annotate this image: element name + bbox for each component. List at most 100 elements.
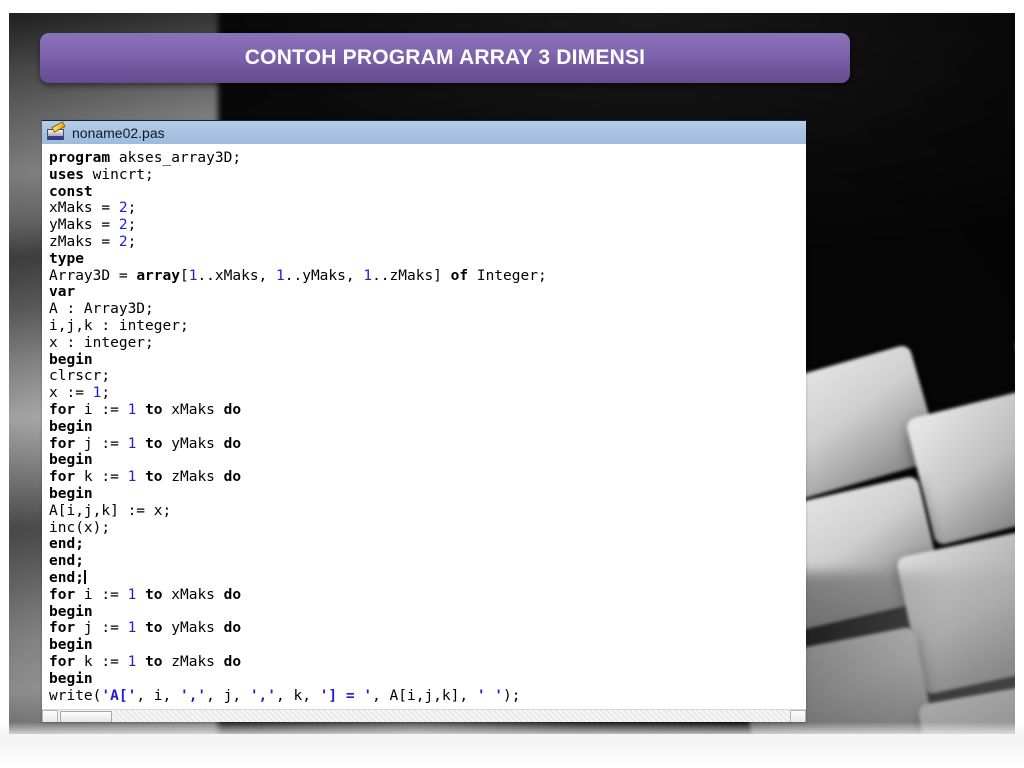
slide-canvas: CONTOH PROGRAM ARRAY 3 DIMENSI noname02.… <box>0 0 1024 768</box>
code-text: ); <box>503 687 521 704</box>
code-keyword: type <box>49 250 84 267</box>
code-line: write('A[', i, ',', j, ',', k, '] = ', A… <box>49 688 806 705</box>
code-line: begin <box>49 452 806 469</box>
code-text: zMaks <box>162 469 224 486</box>
code-keyword: to <box>145 469 163 486</box>
code-keyword: do <box>223 401 242 418</box>
code-string: 'A[' <box>101 687 137 704</box>
code-text: j := <box>75 620 128 637</box>
code-text: write( <box>49 687 102 704</box>
code-text: ..zMaks] <box>372 267 451 284</box>
code-text: , i, <box>136 687 180 704</box>
scroll-left-arrow-icon[interactable] <box>42 710 58 722</box>
editor-title-bar[interactable]: noname02.pas <box>42 120 806 144</box>
code-line: begin <box>49 637 806 654</box>
code-keyword: end; <box>49 536 84 553</box>
code-line: for i := 1 to xMaks do <box>49 402 806 419</box>
code-string: ',' <box>179 687 207 704</box>
code-line: for j := 1 to yMaks do <box>49 620 806 637</box>
code-line: for k := 1 to zMaks do <box>49 654 806 671</box>
code-text: k := <box>75 653 128 670</box>
code-text: yMaks <box>162 620 224 637</box>
code-line: type <box>49 251 806 268</box>
pascal-editor-window[interactable]: noname02.pas program akses_array3D; uses … <box>42 120 806 722</box>
code-line: program akses_array3D; <box>49 150 806 167</box>
code-line: begin <box>49 671 806 688</box>
page-title: CONTOH PROGRAM ARRAY 3 DIMENSI <box>244 46 646 69</box>
code-line: for j := 1 to yMaks do <box>49 436 806 453</box>
code-line: inc(x); <box>49 520 806 537</box>
editor-horizontal-scrollbar[interactable] <box>42 709 806 722</box>
scroll-right-arrow-icon[interactable] <box>790 710 806 722</box>
code-number: 1 <box>363 267 373 284</box>
code-line: uses wincrt; <box>49 167 806 184</box>
code-line: xMaks = 2; <box>49 200 806 217</box>
code-keyword: begin <box>49 603 93 620</box>
code-keyword: do <box>223 435 242 452</box>
code-line: i,j,k : integer; <box>49 318 806 335</box>
code-keyword: to <box>145 401 163 418</box>
code-text: yMaks <box>162 435 224 452</box>
code-text: ..yMaks, <box>284 267 364 284</box>
code-line: A : Array3D; <box>49 301 806 318</box>
code-keyword: for <box>49 653 76 670</box>
code-text: Integer; <box>468 267 547 284</box>
code-line: end; <box>49 536 806 553</box>
code-text: A[i,j,k] := x; <box>49 502 172 519</box>
code-editor-area[interactable]: program akses_array3D; uses wincrt; const x… <box>42 144 806 722</box>
code-keyword: uses <box>49 166 84 183</box>
scrollbar-track[interactable] <box>112 710 790 722</box>
code-text: i := <box>75 401 128 418</box>
code-keyword: end; <box>49 569 84 586</box>
code-keyword: begin <box>49 351 93 368</box>
code-listing: program akses_array3D; uses wincrt; const x… <box>49 150 806 704</box>
code-text: ; <box>101 385 111 402</box>
code-keyword: end; <box>49 553 84 570</box>
code-line: A[i,j,k] := x; <box>49 503 806 520</box>
editor-filename-label: noname02.pas <box>72 124 165 141</box>
scrollbar-thumb[interactable] <box>60 710 112 722</box>
code-text: j := <box>75 435 128 452</box>
code-line: for i := 1 to xMaks do <box>49 587 806 604</box>
code-text: , j, <box>206 687 250 704</box>
code-line: zMaks = 2; <box>49 234 806 251</box>
code-text: , A[i,j,k], <box>372 687 477 704</box>
code-text: Array3D = <box>49 267 137 284</box>
code-line: end; <box>49 569 806 587</box>
code-line: begin <box>49 604 806 621</box>
code-keyword: to <box>145 620 163 637</box>
code-keyword: begin <box>49 418 93 435</box>
code-line: for k := 1 to zMaks do <box>49 469 806 486</box>
code-line: begin <box>49 419 806 436</box>
code-text: ; <box>127 200 137 217</box>
code-text: inc(x); <box>49 519 111 536</box>
code-keyword: to <box>145 586 163 603</box>
code-text: zMaks = <box>49 233 119 250</box>
code-text: xMaks = <box>49 200 119 217</box>
code-keyword: program <box>49 150 111 166</box>
code-text: i,j,k : integer; <box>49 317 189 334</box>
slide-right-margin <box>1015 0 1024 768</box>
code-text: x : integer; <box>49 334 154 351</box>
code-text: clrscr; <box>49 368 111 385</box>
code-text: A : Array3D; <box>49 301 154 318</box>
code-keyword: for <box>49 620 76 637</box>
code-line: begin <box>49 486 806 503</box>
code-keyword: do <box>223 469 242 486</box>
slide-top-margin <box>0 0 1024 13</box>
slide-bottom-margin <box>0 722 1024 768</box>
code-text: , k, <box>276 687 320 704</box>
code-text: ..xMaks, <box>197 267 277 284</box>
code-line: x := 1; <box>49 385 806 402</box>
code-text: k := <box>75 469 128 486</box>
code-line: clrscr; <box>49 368 806 385</box>
code-text: x := <box>49 385 93 402</box>
code-line: end; <box>49 553 806 570</box>
code-text: ; <box>127 233 137 250</box>
code-keyword: const <box>49 183 93 200</box>
code-string: '] = ' <box>319 687 373 704</box>
